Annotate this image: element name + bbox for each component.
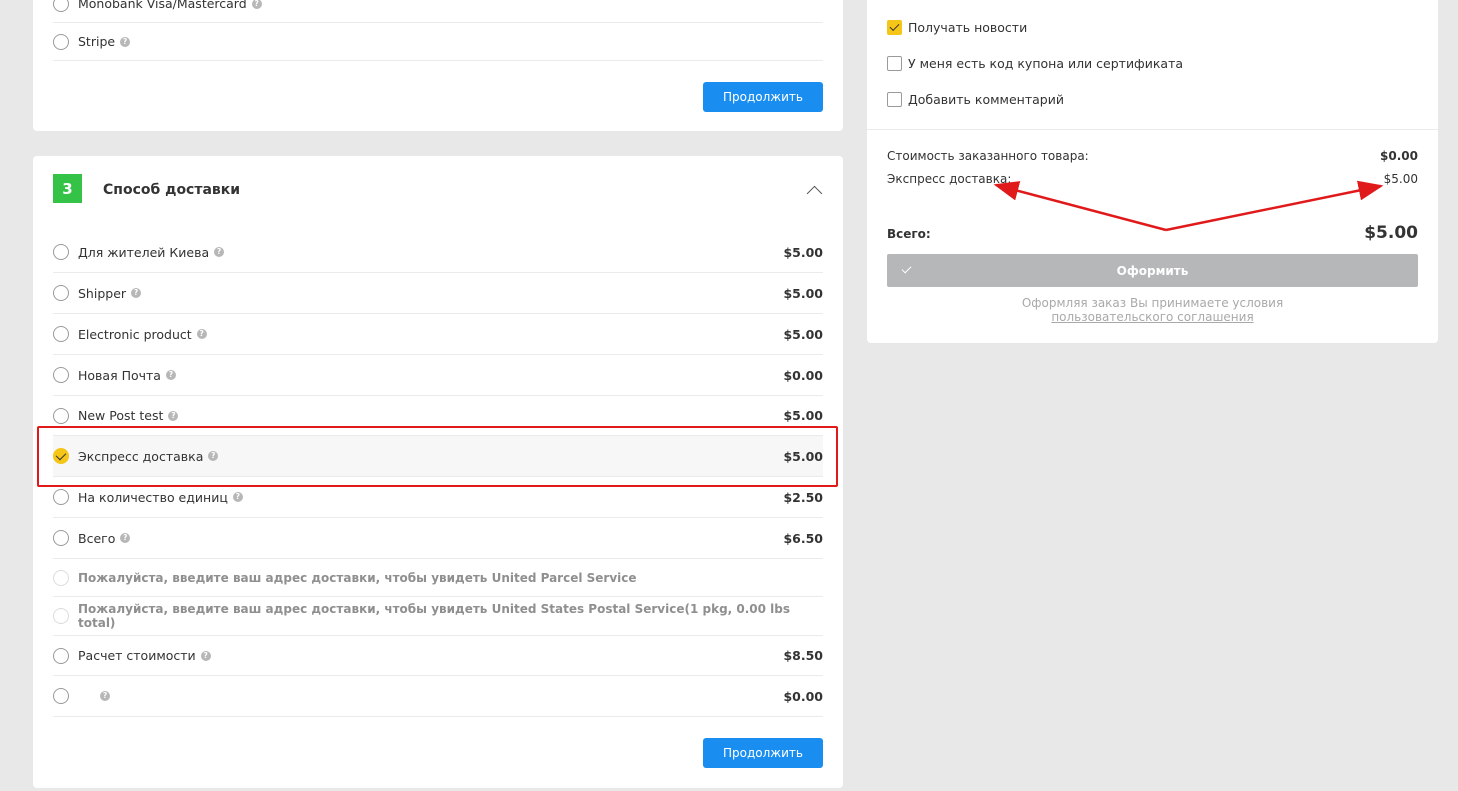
submit-label: Оформить (1116, 263, 1189, 278)
radio-button[interactable] (53, 530, 69, 546)
shipping-option[interactable]: ? $0.00 (53, 676, 823, 717)
help-icon[interactable]: ? (251, 0, 262, 9)
help-icon[interactable]: ? (200, 650, 211, 661)
shipping-option-label: На количество единиц (78, 489, 228, 505)
order-summary-card: Получать новости У меня есть код купона … (867, 0, 1438, 343)
section-title: Способ доставки (103, 182, 241, 198)
total-label: Всего: (887, 227, 931, 241)
radio-button (53, 569, 69, 586)
shipping-option-price: $5.00 (783, 244, 823, 260)
shipping-option-label: Electronic product (78, 326, 192, 342)
shipping-option[interactable]: Экспресс доставка? $5.00 (53, 436, 823, 477)
shipping-option-price: $6.50 (783, 530, 823, 546)
payment-option-label: Stripe (78, 34, 116, 49)
shipping-option-label: Новая Почта (78, 367, 161, 383)
payment-method-card: Monobank Visa/Mastercard ? Stripe ? Прод… (33, 0, 843, 131)
radio-button[interactable] (53, 244, 69, 260)
shipping-option-price: $5.00 (783, 408, 823, 423)
shipping-option-price: $5.00 (783, 448, 823, 464)
option-label: У меня есть код купона или сертификата (908, 56, 1184, 71)
shipping-option[interactable]: Для жителей Киева? $5.00 (53, 232, 823, 273)
shipping-option[interactable]: Electronic product? $5.00 (53, 314, 823, 355)
submit-order-button[interactable]: Оформить (887, 254, 1418, 287)
radio-button[interactable] (53, 647, 69, 664)
payment-option-monobank[interactable]: Monobank Visa/Mastercard ? (53, 0, 823, 23)
shipping-method-card: 3 Способ доставки Для жителей Киева? $5.0… (33, 156, 843, 788)
help-icon[interactable]: ? (120, 36, 131, 47)
terms-text: Оформляя заказ Вы принимаете условия (1021, 296, 1284, 310)
help-icon[interactable]: ? (131, 288, 142, 298)
option-label: Получать новости (908, 20, 1028, 35)
goods-cost-label: Стоимость заказанного товара: (887, 149, 1089, 163)
shipping-option[interactable]: На количество единиц? $2.50 (53, 477, 823, 518)
radio-button[interactable] (53, 688, 69, 704)
shipping-option-label: Пожалуйста, введите ваш адрес доставки, … (78, 602, 791, 630)
payment-option-label: Monobank Visa/Mastercard (78, 0, 247, 11)
checkbox[interactable] (887, 20, 902, 35)
terms-line: пользовательского соглашения (887, 310, 1418, 324)
coupon-option[interactable]: У меня есть код купона или сертификата (887, 56, 1183, 71)
shipping-option[interactable]: Shipper? $5.00 (53, 273, 823, 314)
shipping-option[interactable]: Новая Почта? $0.00 (53, 355, 823, 396)
checkbox[interactable] (887, 92, 902, 107)
radio-button[interactable] (53, 367, 69, 383)
help-icon[interactable]: ? (120, 533, 131, 543)
help-icon[interactable]: ? (100, 691, 110, 701)
shipping-cost-value: $5.00 (1383, 172, 1418, 186)
checkbox[interactable] (887, 56, 902, 71)
divider (867, 129, 1438, 130)
shipping-option-label: Пожалуйста, введите ваш адрес доставки, … (78, 570, 637, 585)
shipping-option[interactable]: Расчет стоимости? $8.50 (53, 636, 823, 676)
goods-cost-line: Стоимость заказанного товара: $0.00 (887, 149, 1418, 163)
comment-option[interactable]: Добавить комментарий (887, 92, 1064, 107)
step-number-badge: 3 (53, 174, 82, 203)
shipping-option[interactable]: Всего? $6.50 (53, 518, 823, 559)
radio-button[interactable] (53, 448, 69, 464)
shipping-option-label: Для жителей Киева (78, 244, 210, 260)
shipping-option-price: $8.50 (783, 648, 823, 663)
help-icon[interactable]: ? (208, 451, 219, 461)
chevron-up-icon[interactable] (806, 185, 823, 202)
radio-button[interactable] (53, 0, 69, 12)
goods-cost-value: $0.00 (1380, 149, 1418, 163)
help-icon[interactable]: ? (232, 492, 243, 502)
shipping-cost-line: Экспресс доставка: $5.00 (887, 172, 1418, 186)
shipping-option-price: $5.00 (783, 285, 823, 301)
shipping-option-label: Всего (78, 530, 116, 546)
payment-option-stripe[interactable]: Stripe ? (53, 23, 823, 61)
shipping-option-label: Экспресс доставка (78, 448, 204, 464)
shipping-option-label: Shipper (78, 285, 127, 301)
radio-button[interactable] (53, 326, 69, 342)
total-line: Всего: $5.00 (887, 223, 1418, 243)
shipping-option-label: New Post test (78, 408, 164, 423)
option-label: Добавить комментарий (908, 92, 1064, 107)
help-icon[interactable]: ? (196, 329, 207, 339)
shipping-option: Пожалуйста, введите ваш адрес доставки, … (53, 597, 823, 636)
shipping-option-price: $0.00 (783, 688, 823, 704)
help-icon[interactable]: ? (168, 410, 179, 421)
help-icon[interactable]: ? (214, 247, 225, 257)
shipping-option-price: $5.00 (783, 326, 823, 342)
shipping-option-label: Расчет стоимости (78, 648, 196, 663)
newsletter-option[interactable]: Получать новости (887, 20, 1027, 35)
shipping-option-price: $2.50 (783, 489, 823, 505)
radio-button (53, 608, 69, 624)
shipping-continue-button[interactable]: Продолжить (703, 738, 823, 768)
radio-button[interactable] (53, 285, 69, 301)
help-icon[interactable]: ? (165, 370, 176, 380)
shipping-option: Пожалуйста, введите ваш адрес доставки, … (53, 559, 823, 597)
shipping-option[interactable]: New Post test? $5.00 (53, 396, 823, 436)
radio-button[interactable] (53, 489, 69, 505)
terms-link[interactable]: пользовательского соглашения (1051, 310, 1253, 324)
radio-button[interactable] (53, 33, 69, 50)
shipping-option-price: $0.00 (783, 367, 823, 383)
check-icon (901, 263, 912, 274)
shipping-cost-label: Экспресс доставка: (887, 172, 1012, 186)
payment-continue-button[interactable]: Продолжить (703, 82, 823, 112)
total-value: $5.00 (1364, 223, 1418, 243)
radio-button[interactable] (53, 407, 69, 424)
